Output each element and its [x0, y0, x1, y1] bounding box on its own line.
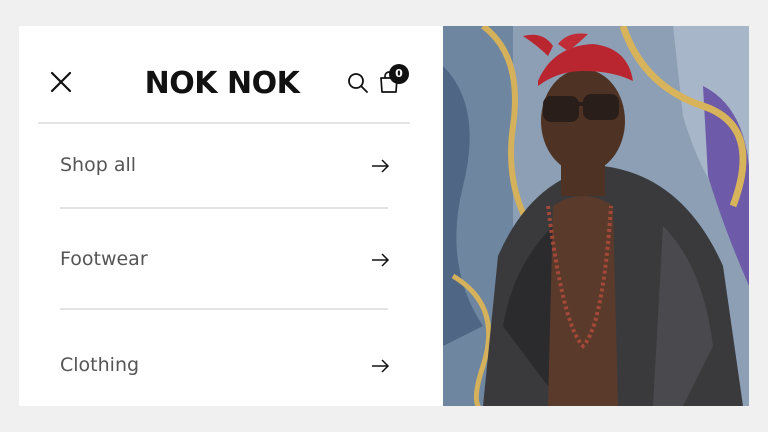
menu-divider: [60, 308, 388, 310]
close-button[interactable]: [49, 70, 73, 94]
arrow-right-icon: [372, 253, 390, 267]
cart-count-badge: 0: [389, 64, 409, 84]
menu-item-shop-all[interactable]: Shop all: [60, 146, 390, 186]
close-icon: [50, 71, 72, 93]
arrow-right-icon: [372, 159, 390, 173]
menu-item-label: Shop all: [60, 154, 137, 176]
model-photo: [443, 26, 749, 406]
menu-item-footwear[interactable]: Footwear: [60, 240, 390, 280]
menu-item-clothing[interactable]: Clothing: [60, 346, 390, 386]
arrow-right-icon: [372, 359, 390, 373]
menu-item-label: Footwear: [60, 248, 148, 270]
menu-divider: [60, 207, 388, 209]
header-divider: [38, 122, 410, 124]
search-icon: [348, 73, 368, 93]
menu-item-label: Clothing: [60, 354, 140, 376]
search-button[interactable]: [347, 72, 369, 94]
brand-logo[interactable]: NOK NOK: [130, 64, 314, 104]
hero-photo: [443, 26, 749, 406]
